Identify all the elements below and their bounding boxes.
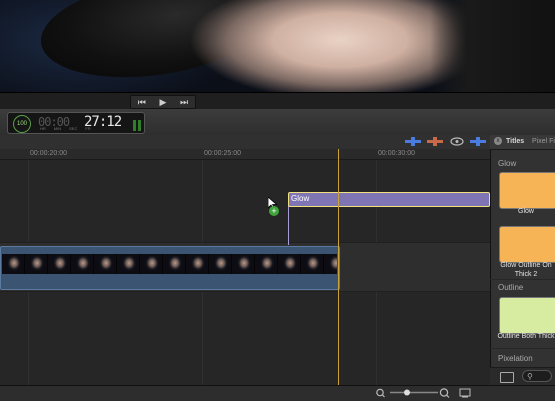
close-icon[interactable]: x xyxy=(494,137,502,145)
filmstrip-frame xyxy=(186,254,209,274)
timeline-ruler[interactable] xyxy=(0,149,490,160)
dashboard-strip: 100 00:00 27:12 HR MIN SEC FR xyxy=(0,109,555,136)
filmstrip-frame xyxy=(301,254,324,274)
filmstrip-frame xyxy=(2,254,25,274)
solo-icon[interactable] xyxy=(449,137,465,146)
title-clip-label: Glow xyxy=(291,194,310,203)
unit-min: MIN xyxy=(53,126,62,131)
divider xyxy=(490,348,555,349)
timecode-units: HR MIN SEC FR xyxy=(40,126,91,131)
filmstrip-frame xyxy=(25,254,48,274)
unit-hr: HR xyxy=(40,126,46,131)
search-icon[interactable]: ⚲ xyxy=(522,370,552,382)
transport-bar: ⏮ ▶ ⏭ xyxy=(0,92,555,110)
snapping-icon[interactable] xyxy=(470,137,486,146)
tab-titles[interactable]: Titles xyxy=(506,138,524,145)
playhead[interactable] xyxy=(338,149,339,385)
title-clip-glow[interactable]: Glow xyxy=(288,192,490,207)
unit-sec: SEC xyxy=(69,126,78,131)
filmstrip-frame xyxy=(163,254,186,274)
filmstrip-frame xyxy=(209,254,232,274)
thumb-label: Outline Both Thick xyxy=(497,333,555,340)
divider xyxy=(490,279,555,280)
sidebar-toggle-icon[interactable] xyxy=(500,372,514,383)
timecode-panel[interactable]: 100 00:00 27:12 HR MIN SEC FR xyxy=(7,112,145,134)
audio-skimming-icon[interactable] xyxy=(427,137,443,146)
browser-footer: ⚲ xyxy=(490,367,555,386)
viewer-shirt xyxy=(430,0,555,92)
progress-badge: 100 xyxy=(13,115,31,133)
filmstrip-frame xyxy=(117,254,140,274)
category-outline: Outline xyxy=(498,283,524,292)
title-thumb-glow[interactable] xyxy=(499,172,555,209)
browser-tabs: x Titles Pixel Fi xyxy=(490,135,555,150)
transport-controls: ⏮ ▶ ⏭ xyxy=(130,95,196,109)
filmstrip-frame xyxy=(324,254,337,274)
filmstrip-frame xyxy=(255,254,278,274)
filmstrip-frame xyxy=(232,254,255,274)
ruler-tick: 00:00:30:00 xyxy=(378,150,415,157)
clip-filmstrip xyxy=(2,254,337,274)
thumb-label: Glow xyxy=(518,208,534,215)
thumb-label: Glow Outline On Thick 2 xyxy=(500,262,552,278)
filmstrip-frame xyxy=(278,254,301,274)
zoom-slider[interactable] xyxy=(374,387,484,398)
background-tasks-icon[interactable] xyxy=(133,118,143,131)
add-icon: + xyxy=(269,206,279,216)
skip-forward-icon[interactable]: ⏭ xyxy=(180,96,188,108)
unit-fr: FR xyxy=(85,126,91,131)
ruler-tick: 00:00:25:00 xyxy=(204,150,241,157)
tab-pixel[interactable]: Pixel Fi xyxy=(532,138,555,145)
filmstrip-frame xyxy=(94,254,117,274)
title-thumb-outline[interactable] xyxy=(499,297,555,334)
title-thumb-glow-outline[interactable] xyxy=(499,226,555,263)
play-icon[interactable]: ▶ xyxy=(160,96,167,108)
filmstrip-frame xyxy=(140,254,163,274)
category-pixelation: Pixelation xyxy=(498,354,533,363)
skip-back-icon[interactable]: ⏮ xyxy=(138,96,146,108)
ruler-tick: 00:00:20:00 xyxy=(30,150,67,157)
filmstrip-frame xyxy=(71,254,94,274)
viewer-video xyxy=(0,0,555,92)
filmstrip-frame xyxy=(48,254,71,274)
category-glow: Glow xyxy=(498,159,517,168)
clip-appearance-icon[interactable] xyxy=(405,137,421,146)
connection-line xyxy=(288,205,289,245)
